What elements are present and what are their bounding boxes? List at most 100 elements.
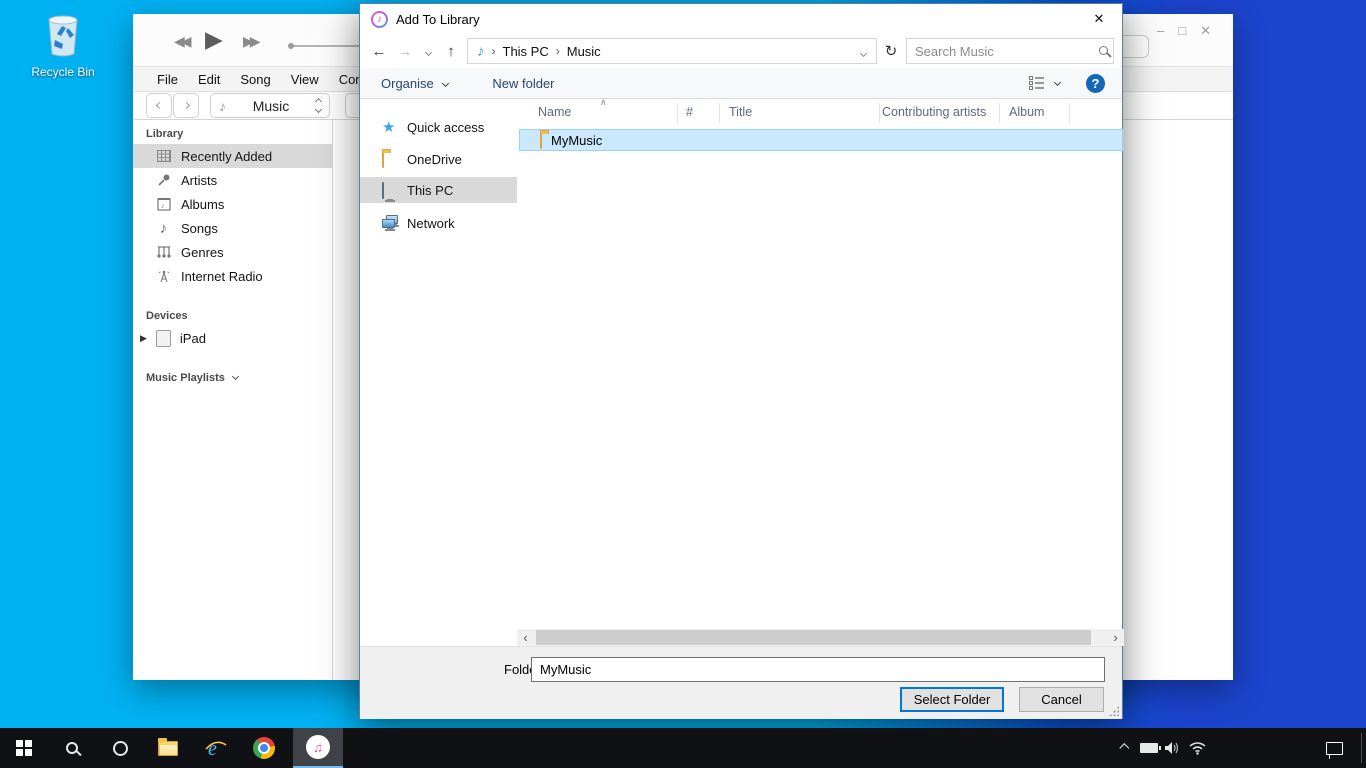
select-folder-button[interactable]: Select Folder bbox=[900, 687, 1004, 712]
new-folder-button[interactable]: New folder bbox=[492, 76, 554, 91]
file-row-mymusic[interactable]: MyMusic bbox=[519, 129, 1123, 151]
itunes-maximize-button[interactable]: □ bbox=[1178, 23, 1186, 39]
itunes-close-button[interactable]: ✕ bbox=[1200, 23, 1211, 39]
horizontal-scrollbar[interactable]: ‹ › bbox=[517, 629, 1124, 646]
sidebar-item-songs[interactable]: ♪ Songs bbox=[133, 216, 332, 240]
microphone-icon bbox=[155, 173, 172, 187]
desktop: Recycle Bin ◀◀ ▶ ▶▶ – □ ✕ File Edit Song… bbox=[0, 0, 1366, 768]
scrollbar-thumb[interactable] bbox=[536, 630, 1091, 645]
place-this-pc[interactable]: This PC bbox=[360, 177, 517, 203]
recent-locations-dropdown[interactable] bbox=[418, 42, 438, 60]
place-label: Network bbox=[407, 216, 455, 231]
start-button[interactable] bbox=[0, 728, 48, 768]
place-network[interactable]: Network bbox=[360, 210, 517, 236]
column-title[interactable]: Title bbox=[729, 105, 752, 119]
dialog-toolbar: Organise New folder ? bbox=[360, 68, 1122, 99]
folder-name-input[interactable] bbox=[531, 657, 1105, 682]
dialog-titlebar[interactable]: Add To Library ✕ bbox=[360, 4, 1122, 34]
help-button[interactable]: ? bbox=[1086, 74, 1105, 93]
volume-tray-icon[interactable] bbox=[1160, 728, 1184, 768]
cortana-button[interactable] bbox=[96, 728, 144, 768]
chevron-down-icon bbox=[1054, 78, 1061, 85]
wifi-tray-icon[interactable] bbox=[1184, 728, 1210, 768]
breadcrumb-music[interactable]: Music bbox=[567, 44, 601, 59]
breadcrumb-this-pc[interactable]: This PC bbox=[503, 44, 549, 59]
column-name[interactable]: Name bbox=[538, 105, 571, 119]
itunes-taskbar-button[interactable] bbox=[293, 728, 343, 768]
ipad-icon bbox=[156, 330, 171, 347]
playlists-section-header[interactable]: Music Playlists bbox=[133, 350, 332, 388]
album-icon: ♪ bbox=[155, 197, 172, 211]
chrome-button[interactable] bbox=[240, 728, 288, 768]
folder-icon bbox=[540, 133, 542, 148]
sidebar-item-label: Genres bbox=[181, 245, 224, 260]
refresh-button[interactable]: ↻ bbox=[879, 38, 903, 64]
expander-icon[interactable]: ▶ bbox=[140, 333, 147, 344]
search-input[interactable] bbox=[907, 44, 1099, 59]
menu-file[interactable]: File bbox=[147, 72, 188, 87]
internet-explorer-button[interactable]: e bbox=[192, 728, 240, 768]
recycle-bin-desktop-icon[interactable]: Recycle Bin bbox=[30, 10, 96, 79]
column-number[interactable]: # bbox=[686, 105, 693, 119]
place-onedrive[interactable]: OneDrive bbox=[360, 146, 517, 172]
file-name: MyMusic bbox=[551, 133, 602, 148]
dialog-nav-bar: ← → ↑ ♪ › This PC › Music ↻ bbox=[360, 34, 1122, 68]
taskbar-search-button[interactable] bbox=[48, 728, 96, 768]
menu-edit[interactable]: Edit bbox=[188, 72, 230, 87]
music-note-icon: ♪ bbox=[468, 43, 485, 60]
sidebar-item-label: Albums bbox=[181, 197, 224, 212]
column-album[interactable]: Album bbox=[1009, 105, 1044, 119]
sidebar-item-ipad[interactable]: ▶ iPad bbox=[133, 326, 332, 350]
show-hidden-icons-button[interactable] bbox=[1110, 728, 1138, 768]
details-view-icon bbox=[1029, 76, 1046, 90]
show-desktop-divider[interactable] bbox=[1361, 733, 1362, 763]
cortana-icon bbox=[113, 741, 128, 756]
cancel-button[interactable]: Cancel bbox=[1019, 687, 1104, 712]
column-contributing-artists[interactable]: Contributing artists bbox=[882, 105, 986, 119]
sort-ascending-icon: ∧ bbox=[600, 97, 607, 108]
itunes-back-button[interactable] bbox=[146, 93, 172, 118]
sidebar-item-recently-added[interactable]: Recently Added bbox=[133, 144, 332, 168]
search-icon[interactable] bbox=[1099, 42, 1117, 60]
sidebar-item-label: Recently Added bbox=[181, 149, 272, 164]
volume-slider[interactable] bbox=[294, 45, 364, 47]
resize-grip[interactable] bbox=[1109, 706, 1119, 716]
previous-track-icon[interactable]: ◀◀ bbox=[174, 33, 188, 50]
scroll-left-arrow[interactable]: ‹ bbox=[517, 629, 534, 646]
dialog-close-button[interactable]: ✕ bbox=[1076, 4, 1122, 34]
address-dropdown-icon[interactable] bbox=[861, 44, 876, 59]
chevron-up-icon bbox=[1119, 743, 1128, 752]
scroll-right-arrow[interactable]: › bbox=[1107, 629, 1124, 646]
library-selector-label: Music bbox=[226, 98, 316, 114]
this-pc-icon bbox=[382, 183, 399, 198]
back-button[interactable]: ← bbox=[366, 43, 392, 60]
itunes-sidebar: Library Recently Added Artists ♪ Albums … bbox=[133, 120, 333, 680]
view-mode-button[interactable] bbox=[1029, 76, 1060, 90]
file-explorer-button[interactable] bbox=[144, 728, 192, 768]
menu-view[interactable]: View bbox=[281, 72, 329, 87]
itunes-app-icon bbox=[371, 11, 388, 28]
search-box[interactable] bbox=[906, 38, 1114, 64]
menu-song[interactable]: Song bbox=[230, 72, 280, 87]
itunes-icon bbox=[306, 735, 330, 759]
svg-text:♪: ♪ bbox=[161, 203, 165, 210]
action-center-button[interactable] bbox=[1316, 728, 1352, 768]
place-label: Quick access bbox=[407, 120, 484, 135]
forward-button[interactable]: → bbox=[392, 43, 418, 60]
place-quick-access[interactable]: ★ Quick access bbox=[360, 114, 517, 140]
sidebar-item-albums[interactable]: ♪ Albums bbox=[133, 192, 332, 216]
itunes-forward-button[interactable] bbox=[173, 93, 199, 118]
itunes-library-selector[interactable]: ♪ Music bbox=[210, 93, 330, 118]
action-center-icon bbox=[1326, 742, 1343, 755]
next-track-icon[interactable]: ▶▶ bbox=[243, 33, 257, 50]
address-bar[interactable]: ♪ › This PC › Music bbox=[467, 38, 877, 64]
play-icon[interactable]: ▶ bbox=[205, 26, 223, 53]
organise-button[interactable]: Organise bbox=[381, 76, 448, 91]
sidebar-item-artists[interactable]: Artists bbox=[133, 168, 332, 192]
up-button[interactable]: ↑ bbox=[438, 43, 464, 60]
sidebar-item-genres[interactable]: Genres bbox=[133, 240, 332, 264]
sidebar-item-internet-radio[interactable]: Internet Radio bbox=[133, 264, 332, 288]
sidebar-item-label: Artists bbox=[181, 173, 217, 188]
itunes-minimize-button[interactable]: – bbox=[1157, 23, 1164, 39]
battery-tray-icon[interactable] bbox=[1136, 728, 1162, 768]
